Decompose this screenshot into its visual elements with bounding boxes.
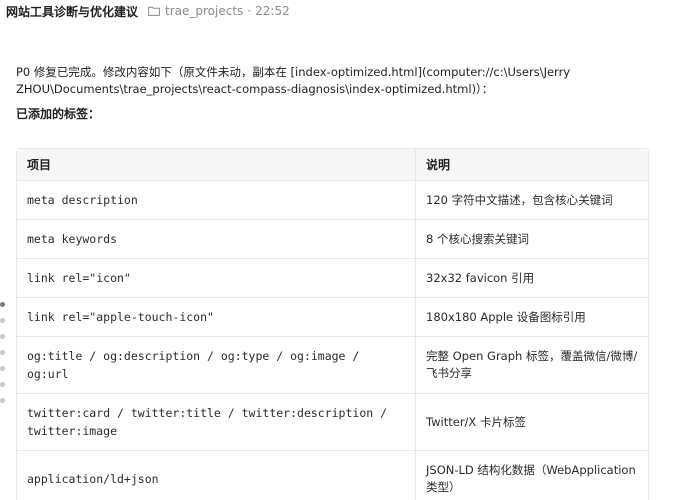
project-name[interactable]: trae_projects [165, 4, 243, 18]
row-item: application/ld+json [17, 451, 416, 500]
row-item: link rel="apple-touch-icon" [17, 298, 416, 336]
table-row: og:title / og:description / og:type / og… [17, 336, 648, 393]
conversation-header: 网站工具诊断与优化建议 trae_projects · 22:52 [0, 0, 673, 22]
row-desc: 180x180 Apple 设备图标引用 [426, 309, 586, 324]
table-row: link rel="icon" 32x32 favicon 引用 [17, 258, 648, 297]
tags-table: 项目 说明 meta description 120 字符中文描述，包含核心关键… [16, 148, 649, 500]
nav-dot[interactable] [0, 382, 5, 387]
row-item: link rel="icon" [17, 259, 416, 297]
nav-dot[interactable] [0, 334, 5, 339]
nav-dot[interactable] [0, 366, 5, 371]
table-row: meta description 120 字符中文描述，包含核心关键词 [17, 180, 648, 219]
header-item: 项目 [17, 149, 416, 180]
row-item: meta description [17, 181, 416, 219]
row-item: twitter:card / twitter:title / twitter:d… [17, 394, 416, 450]
row-desc: 8 个核心搜索关键词 [426, 231, 529, 246]
row-item: og:title / og:description / og:type / og… [17, 337, 416, 393]
conversation-meta: trae_projects · 22:52 [148, 4, 290, 18]
row-desc: 120 字符中文描述，包含核心关键词 [426, 192, 613, 207]
row-item: meta keywords [17, 220, 416, 258]
row-desc: 32x32 favicon 引用 [426, 270, 535, 285]
row-desc: 完整 Open Graph 标签，覆盖微信/微博/飞书分享 [426, 349, 638, 380]
intro-paragraph: P0 修复已完成。修改内容如下（原文件未动，副本在 [index-optimiz… [16, 65, 571, 96]
folder-icon [148, 6, 160, 16]
meta-separator: · [247, 4, 252, 18]
table-row: meta keywords 8 个核心搜索关键词 [17, 219, 648, 258]
section-title: 已添加的标签： [16, 107, 101, 121]
row-desc: JSON-LD 结构化数据（WebApplication 类型） [426, 462, 636, 494]
table-row: twitter:card / twitter:title / twitter:d… [17, 393, 648, 450]
table-row: application/ld+json JSON-LD 结构化数据（WebApp… [17, 450, 648, 500]
table-row: link rel="apple-touch-icon" 180x180 Appl… [17, 297, 648, 336]
nav-dot[interactable] [0, 302, 5, 307]
timestamp: 22:52 [255, 4, 290, 18]
conversation-title: 网站工具诊断与优化建议 [6, 4, 139, 19]
nav-dot[interactable] [0, 350, 5, 355]
nav-dot[interactable] [0, 318, 5, 323]
header-desc: 说明 [426, 158, 451, 172]
assistant-message: P0 修复已完成。修改内容如下（原文件未动，副本在 [index-optimiz… [16, 64, 656, 122]
nav-dot[interactable] [0, 398, 5, 403]
message-nav-rail [0, 302, 6, 414]
row-desc: Twitter/X 卡片标签 [426, 414, 526, 429]
table-header-row: 项目 说明 [17, 149, 648, 180]
